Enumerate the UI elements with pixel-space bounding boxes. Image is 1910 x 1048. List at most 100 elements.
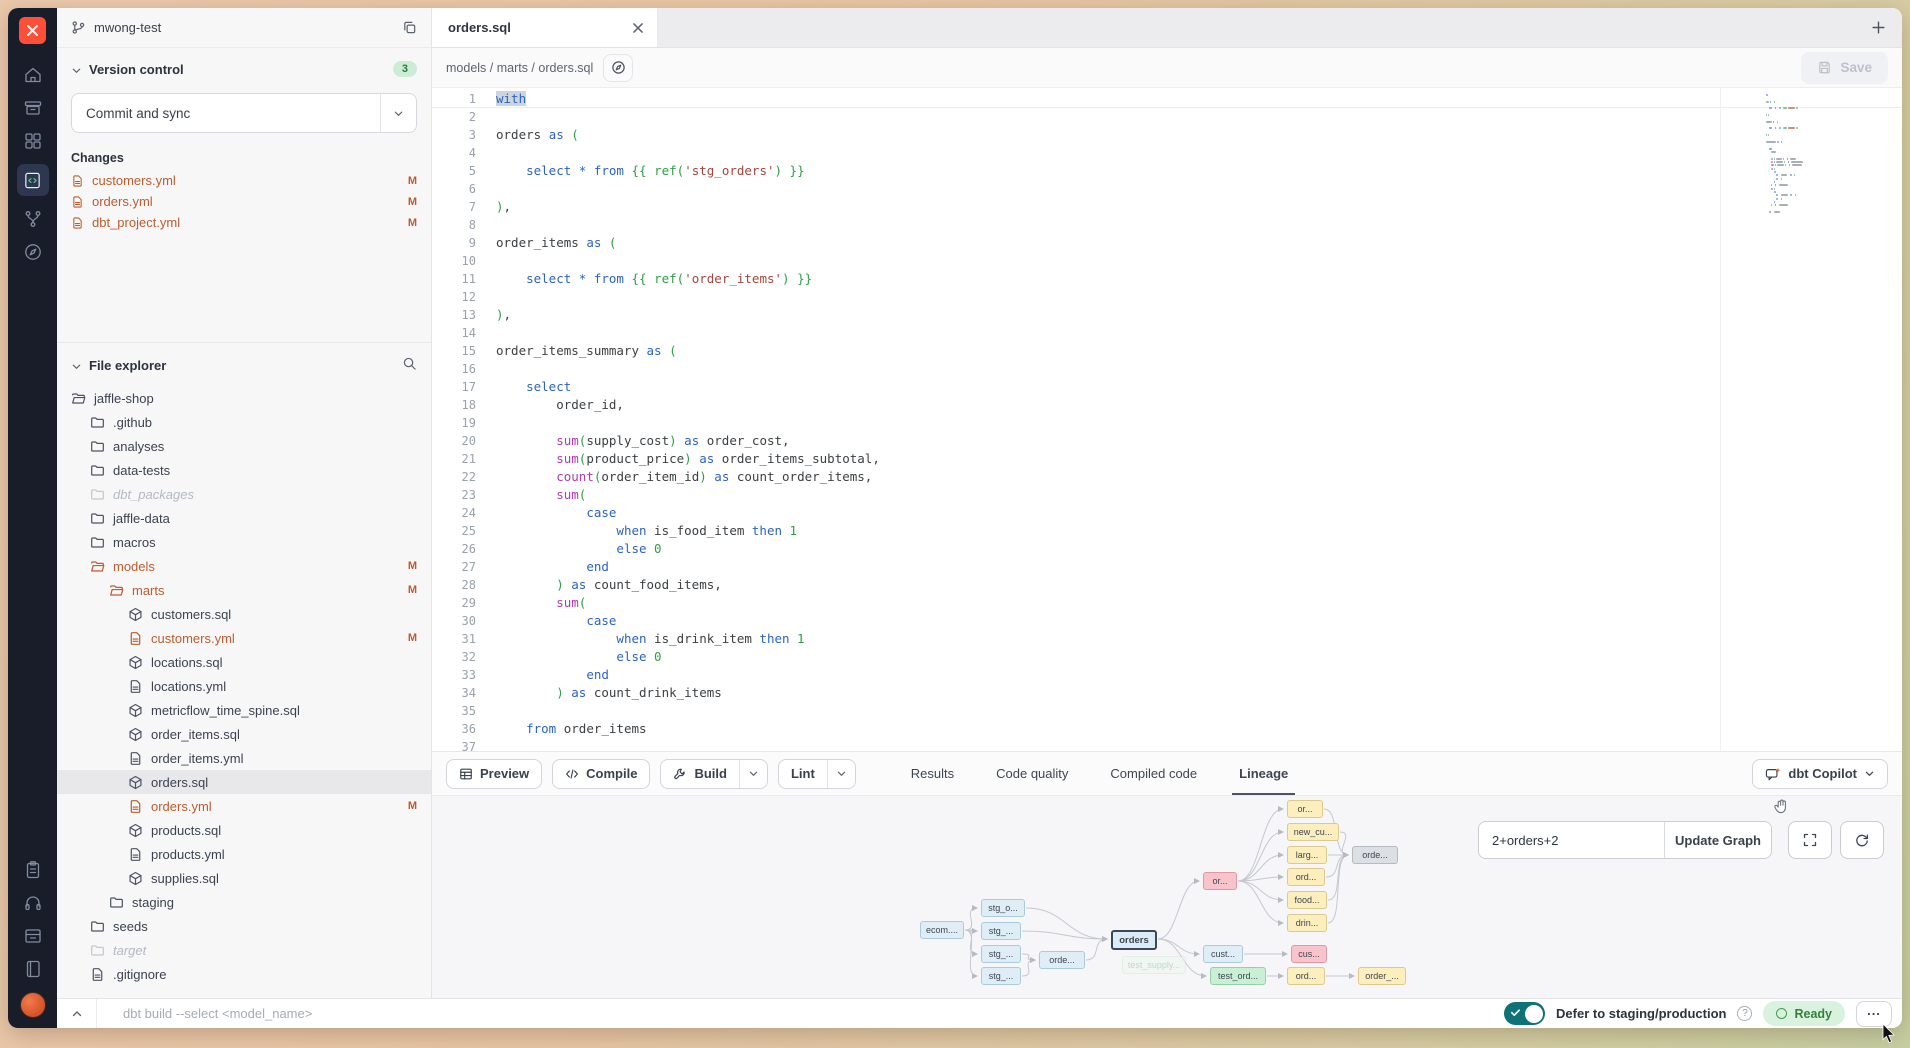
- lineage-node-y2[interactable]: new_cu...: [1287, 823, 1339, 841]
- notebook-icon[interactable]: [23, 959, 43, 979]
- lineage-node-y6[interactable]: drin...: [1287, 914, 1327, 932]
- panel-tab-compiled-code[interactable]: Compiled code: [1107, 752, 1200, 795]
- lineage-node-testsup[interactable]: test_supply...: [1122, 956, 1186, 974]
- tree-item-.gitignore[interactable]: .gitignore: [57, 962, 431, 986]
- new-tab-icon[interactable]: [1871, 20, 1886, 35]
- fullscreen-button[interactable]: [1788, 821, 1832, 859]
- tree-item-locations.sql[interactable]: locations.sql: [57, 650, 431, 674]
- close-icon[interactable]: [631, 21, 645, 35]
- docs-stack-icon[interactable]: [23, 926, 43, 946]
- lineage-node-stg3[interactable]: stg_...: [981, 945, 1021, 963]
- modified-badge: M: [408, 175, 417, 187]
- tree-item-analyses[interactable]: analyses: [57, 434, 431, 458]
- model-icon: [128, 703, 143, 718]
- lineage-node-testord[interactable]: test_ord...: [1210, 967, 1266, 985]
- minimap[interactable]: [1766, 94, 1824, 218]
- version-control-header[interactable]: Version control 3: [57, 48, 431, 83]
- lineage-node-stg2[interactable]: stg_...: [981, 922, 1021, 940]
- build-button[interactable]: Build: [660, 759, 768, 789]
- panel-tab-code-quality[interactable]: Code quality: [993, 752, 1071, 795]
- clipboard-icon[interactable]: [23, 860, 43, 880]
- lineage-node-y3[interactable]: larg...: [1287, 846, 1327, 864]
- lineage-node-gray[interactable]: orde...: [1352, 846, 1398, 864]
- tree-item-order_items.sql[interactable]: order_items.sql: [57, 722, 431, 746]
- tree-item-target[interactable]: target: [57, 938, 431, 962]
- command-input[interactable]: dbt build --select <model_name>: [123, 1006, 312, 1021]
- build-options-chevron[interactable]: [739, 760, 767, 788]
- change-item-orders.yml[interactable]: orders.ymlM: [57, 191, 431, 212]
- lineage-node-y7[interactable]: ord...: [1287, 967, 1325, 985]
- warehouse-icon[interactable]: [23, 98, 43, 118]
- update-graph-button[interactable]: Update Graph: [1665, 822, 1771, 858]
- tree-item-jaffle-data[interactable]: jaffle-data: [57, 506, 431, 530]
- tree-item-macros[interactable]: macros: [57, 530, 431, 554]
- code-editor-icon[interactable]: [17, 164, 49, 196]
- commit-options-chevron[interactable]: [380, 94, 416, 132]
- tree-item-customers.sql[interactable]: customers.sql: [57, 602, 431, 626]
- deploy-fork-icon[interactable]: [23, 209, 43, 229]
- lineage-node-y5[interactable]: food...: [1287, 891, 1327, 909]
- tree-item-marts[interactable]: martsM: [57, 578, 431, 602]
- tree-item-jaffle-shop[interactable]: jaffle-shop: [57, 386, 431, 410]
- tree-item-.github[interactable]: .github: [57, 410, 431, 434]
- search-icon[interactable]: [402, 356, 417, 374]
- change-item-dbt_project.yml[interactable]: dbt_project.ymlM: [57, 212, 431, 233]
- tree-item-customers.yml[interactable]: customers.ymlM: [57, 626, 431, 650]
- tree-item-orders.yml[interactable]: orders.ymlM: [57, 794, 431, 818]
- tree-item-locations.yml[interactable]: locations.yml: [57, 674, 431, 698]
- commit-and-sync-button[interactable]: Commit and sync: [71, 93, 417, 133]
- tree-item-supplies.sql[interactable]: supplies.sql: [57, 866, 431, 890]
- user-avatar[interactable]: [20, 992, 46, 1018]
- save-button[interactable]: Save: [1801, 52, 1888, 84]
- help-icon[interactable]: ?: [1737, 1006, 1752, 1021]
- apps-grid-icon[interactable]: [23, 131, 43, 151]
- tree-item-products.yml[interactable]: products.yml: [57, 842, 431, 866]
- tree-item-dbt_packages[interactable]: dbt_packages: [57, 482, 431, 506]
- lineage-node-stg4[interactable]: stg_...: [981, 967, 1021, 985]
- code-line-36: 36 from order_items: [432, 720, 1902, 738]
- code-editor[interactable]: 1with23orders as (45 select * from {{ re…: [432, 88, 1902, 751]
- lineage-panel[interactable]: ecom....stg_o...stg_...stg_...stg_...ord…: [432, 795, 1902, 998]
- panel-tab-results[interactable]: Results: [908, 752, 957, 795]
- lineage-node-y4[interactable]: ord...: [1287, 868, 1325, 886]
- tree-item-seeds[interactable]: seeds: [57, 914, 431, 938]
- panel-tab-lineage[interactable]: Lineage: [1236, 752, 1291, 795]
- lineage-node-cust[interactable]: cust...: [1203, 945, 1243, 963]
- home-icon[interactable]: [23, 65, 43, 85]
- lineage-node-orpink[interactable]: or...: [1203, 872, 1237, 890]
- tree-item-products.sql[interactable]: products.sql: [57, 818, 431, 842]
- explore-compass-icon[interactable]: [23, 242, 43, 262]
- copy-icon[interactable]: [402, 20, 417, 35]
- lineage-node-y1[interactable]: or...: [1287, 800, 1323, 818]
- dbt-logo-icon[interactable]: [19, 17, 46, 44]
- tree-item-metricflow_time_spine.sql[interactable]: metricflow_time_spine.sql: [57, 698, 431, 722]
- headset-icon[interactable]: [23, 893, 43, 913]
- change-file-name: customers.yml: [92, 173, 176, 188]
- lineage-node-orders[interactable]: orders: [1111, 930, 1157, 950]
- lineage-node-ordl[interactable]: orde...: [1039, 951, 1085, 969]
- tree-item-order_items.yml[interactable]: order_items.yml: [57, 746, 431, 770]
- changes-label: Changes: [57, 145, 431, 170]
- change-item-customers.yml[interactable]: customers.yml M: [57, 170, 431, 191]
- lineage-selector-input[interactable]: [1479, 822, 1665, 858]
- refresh-button[interactable]: [1840, 821, 1884, 859]
- lineage-node-cuspink[interactable]: cus...: [1291, 945, 1327, 963]
- lint-button[interactable]: Lint: [778, 759, 856, 789]
- collapse-panel-button[interactable]: [57, 999, 97, 1028]
- file-explorer-header[interactable]: File explorer: [57, 343, 431, 380]
- more-options-button[interactable]: ...: [1856, 1001, 1892, 1027]
- preview-button[interactable]: Preview: [446, 759, 542, 789]
- lint-options-chevron[interactable]: [827, 760, 855, 788]
- dbt-copilot-button[interactable]: dbt Copilot: [1752, 759, 1888, 789]
- lineage-node-stg1[interactable]: stg_o...: [981, 899, 1025, 917]
- defer-toggle[interactable]: [1504, 1002, 1545, 1025]
- tree-item-orders.sql[interactable]: orders.sql: [57, 770, 431, 794]
- compile-button[interactable]: Compile: [552, 759, 650, 789]
- tree-item-models[interactable]: modelsM: [57, 554, 431, 578]
- lineage-node-ecom[interactable]: ecom....: [920, 921, 964, 939]
- tab-orders-sql[interactable]: orders.sql: [432, 8, 658, 47]
- lineage-node-y8[interactable]: order_...: [1358, 967, 1406, 985]
- open-lineage-compass-icon[interactable]: [603, 54, 633, 82]
- tree-item-data-tests[interactable]: data-tests: [57, 458, 431, 482]
- tree-item-staging[interactable]: staging: [57, 890, 431, 914]
